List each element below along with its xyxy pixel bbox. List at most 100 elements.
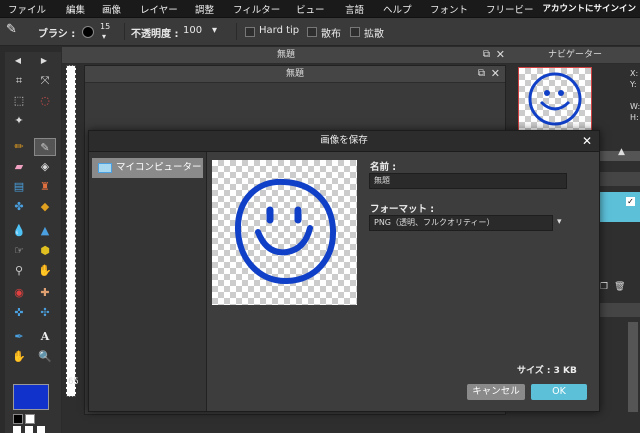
new-layer-icon[interactable]: ❐: [600, 282, 608, 292]
name-input[interactable]: 無題: [369, 173, 567, 189]
spot-heal-icon[interactable]: ✚: [34, 284, 56, 302]
lasso-icon[interactable]: ◌: [34, 92, 56, 110]
type-icon[interactable]: A: [34, 328, 56, 346]
navigator-titlebar[interactable]: ナビゲーター: [510, 47, 640, 64]
menu-language[interactable]: 言語: [345, 2, 364, 16]
blur-icon[interactable]: 💧: [8, 222, 30, 240]
navigator-thumbnail[interactable]: [518, 67, 592, 131]
brush-tool-icon: ✎: [6, 22, 17, 37]
scatter-checkbox[interactable]: [307, 27, 317, 37]
restore-icon[interactable]: ⧉: [483, 47, 490, 63]
back-document-titlebar[interactable]: 無題 ⧉ ✕: [62, 47, 510, 64]
menu-edit[interactable]: 編集: [66, 2, 85, 16]
color-picker-icon[interactable]: ✒: [8, 328, 30, 346]
smiley-thumbnail: [528, 72, 582, 126]
layers-titlebar: [598, 172, 640, 186]
sign-in-link[interactable]: アカウントにサインイン: [542, 2, 636, 14]
computer-icon: [98, 162, 112, 173]
tool-panel: ◀ ▶ ⌗ ⤧ ⬚ ◌ ✦ ✏ ✎ ▰ ◈ ▤ ♜ ✤ ◆ 💧 ▲ ☞ ⬢ ⚲ …: [5, 52, 61, 433]
menu-filter[interactable]: フィルター: [233, 2, 280, 16]
options-bar: ✎ ブラシ : 15 ▾ 不透明度 : 100 ▾ Hard tip 散布 拡散: [0, 18, 640, 46]
gradient-icon[interactable]: ▤: [8, 178, 30, 196]
sponge-icon[interactable]: ⬢: [34, 242, 56, 260]
navigator-title: ナビゲーター: [547, 50, 602, 60]
brush-label: ブラシ :: [38, 29, 76, 40]
paint-bucket-icon[interactable]: ◈: [34, 158, 56, 176]
brush-size-caret-icon[interactable]: ▾: [102, 32, 106, 41]
expand-checkbox[interactable]: [350, 27, 360, 37]
h-label: H:: [630, 113, 639, 122]
drawing-icon[interactable]: ◆: [34, 198, 56, 216]
separator: [124, 23, 125, 40]
zoom-in-icon[interactable]: ▲: [618, 147, 625, 157]
front-document-titlebar[interactable]: 無題 ⧉ ✕: [85, 66, 505, 83]
w-label: W:: [630, 102, 640, 111]
dialog-close-icon[interactable]: ✕: [582, 134, 592, 148]
menu-view[interactable]: ビュー: [296, 2, 325, 16]
zoom-readout: 65: [68, 377, 79, 387]
panel-collapse-right-icon[interactable]: ▶: [33, 52, 55, 70]
opacity-label: 不透明度 :: [131, 29, 179, 40]
dialog-title: 画像を保存: [320, 135, 368, 146]
menu-font[interactable]: フォント: [430, 2, 468, 16]
move-icon[interactable]: ⤧: [34, 72, 56, 90]
bloat-icon[interactable]: ✜: [8, 304, 30, 322]
separator: [236, 23, 237, 40]
sharpen-icon[interactable]: ▲: [34, 222, 56, 240]
location-my-computer[interactable]: マイコンピューター: [92, 158, 203, 178]
delete-layer-icon[interactable]: 🗑: [614, 282, 625, 292]
pinch-icon[interactable]: ✣: [34, 304, 56, 322]
menu-freebie[interactable]: フリービー: [486, 2, 534, 16]
brush-icon[interactable]: ✎: [34, 138, 56, 156]
swap-colors-icon[interactable]: [25, 414, 35, 424]
primary-color-swatch[interactable]: [13, 384, 49, 410]
dialog-titlebar: 画像を保存: [89, 131, 599, 152]
hard-tip-checkbox[interactable]: [245, 27, 255, 37]
panel-collapse-left-icon[interactable]: ◀: [7, 52, 29, 70]
canvas-edge[interactable]: [66, 65, 76, 397]
image-preview: [212, 160, 357, 305]
close-icon[interactable]: ✕: [491, 66, 500, 82]
ok-button[interactable]: OK: [531, 384, 587, 400]
location-list: マイコンピューター: [89, 152, 207, 411]
white-swatch[interactable]: [25, 426, 33, 433]
menu-help[interactable]: ヘルプ: [383, 2, 412, 16]
red-eye-icon[interactable]: ◉: [8, 284, 30, 302]
chevron-down-icon[interactable]: ▾: [557, 217, 562, 227]
reset-colors-icon[interactable]: [13, 414, 23, 424]
menu-adjust[interactable]: 調整: [195, 2, 214, 16]
close-icon[interactable]: ✕: [496, 47, 505, 63]
color-replace-icon[interactable]: ✤: [8, 198, 30, 216]
dodge-icon[interactable]: ⚲: [8, 262, 30, 280]
cancel-button[interactable]: キャンセル: [467, 384, 525, 400]
opacity-dropdown-icon[interactable]: ▾: [212, 25, 217, 36]
stamp-icon[interactable]: ♜: [34, 178, 56, 196]
smudge-icon[interactable]: ☞: [8, 242, 30, 260]
format-select[interactable]: PNG（透明、フルクオリティー）: [369, 215, 553, 231]
eraser-icon[interactable]: ▰: [8, 158, 30, 176]
menu-file[interactable]: ファイル: [8, 2, 46, 16]
smiley-preview: [234, 178, 337, 285]
front-document-title: 無題: [285, 69, 304, 79]
location-label: マイコンピューター: [116, 162, 202, 173]
opacity-value[interactable]: 100: [183, 25, 202, 36]
burn-icon[interactable]: ✋: [34, 262, 56, 280]
menu-image[interactable]: 画像: [102, 2, 121, 16]
crop-icon[interactable]: ⌗: [8, 72, 30, 90]
white-swatch[interactable]: [13, 426, 21, 433]
brush-preview-icon[interactable]: [82, 26, 94, 38]
marquee-icon[interactable]: ⬚: [8, 92, 30, 110]
file-size: サイズ : 3 KB: [517, 366, 577, 376]
white-swatch[interactable]: [37, 426, 45, 433]
hand-icon[interactable]: ✋: [8, 348, 30, 366]
menu-layer[interactable]: レイヤー: [140, 2, 178, 16]
brush-size-value[interactable]: 15: [100, 22, 110, 31]
layer-visibility-checkbox[interactable]: ✓: [626, 197, 635, 206]
menu-bar: ファイル 編集 画像 レイヤー 調整 フィルター ビュー 言語 ヘルプ フォント…: [0, 0, 640, 18]
restore-icon[interactable]: ⧉: [478, 66, 485, 82]
pencil-icon[interactable]: ✏: [8, 138, 30, 156]
scrollbar[interactable]: [628, 322, 638, 412]
magic-wand-icon[interactable]: ✦: [8, 112, 30, 130]
x-label: X:: [630, 69, 639, 78]
zoom-icon[interactable]: 🔍: [34, 348, 56, 366]
